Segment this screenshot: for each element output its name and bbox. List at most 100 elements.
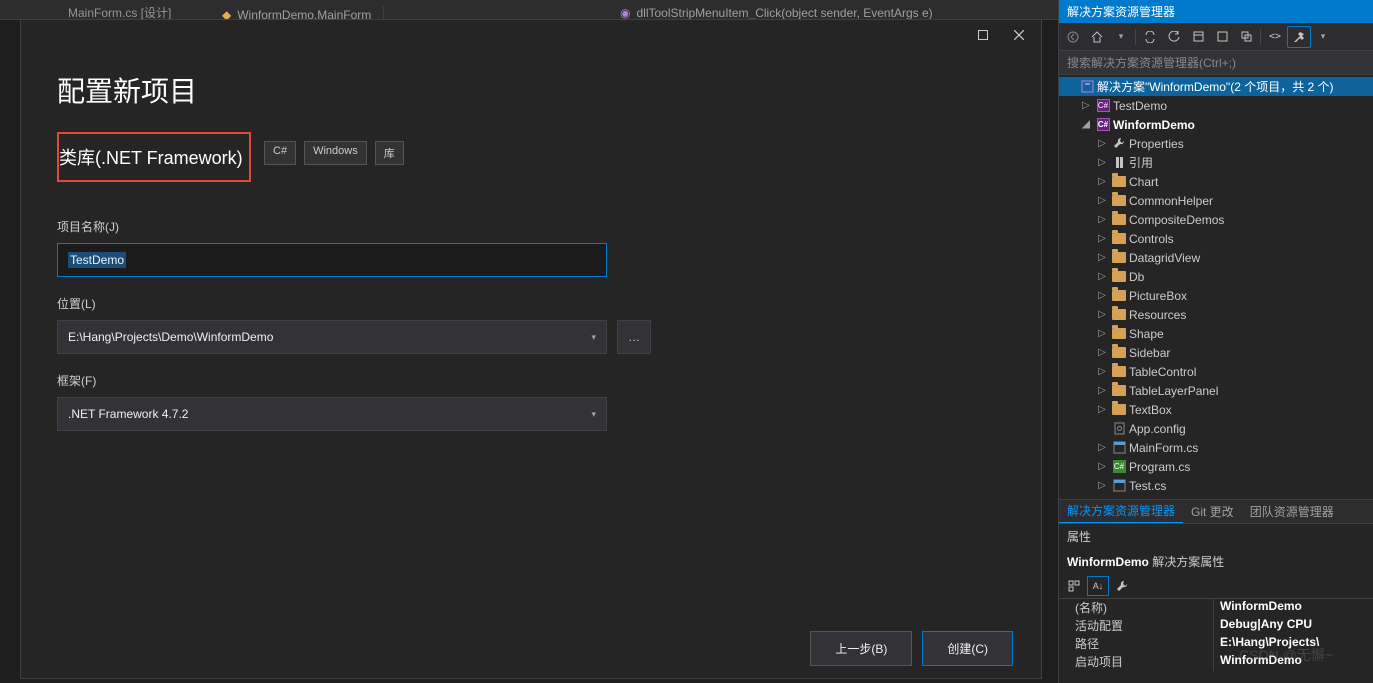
- back-button[interactable]: 上一步(B): [810, 631, 912, 666]
- prop-value: E:\Hang\Projects\: [1214, 635, 1373, 653]
- collapse-icon[interactable]: [1186, 26, 1210, 48]
- expand-arrow-icon[interactable]: ▷: [1095, 480, 1109, 491]
- tree-icon: [1111, 440, 1127, 456]
- expand-arrow-icon[interactable]: ▷: [1095, 442, 1109, 453]
- expand-arrow-icon[interactable]: ▷: [1095, 271, 1109, 282]
- tree-item[interactable]: App.config: [1059, 419, 1373, 438]
- framework-select[interactable]: .NET Framework 4.7.2 ▾: [57, 397, 607, 431]
- solution-tree[interactable]: 解决方案"WinformDemo"(2 个项目，共 2 个)▷C#TestDem…: [1059, 75, 1373, 499]
- maximize-button[interactable]: [965, 23, 1001, 47]
- expand-arrow-icon[interactable]: ▷: [1095, 233, 1109, 244]
- expand-arrow-icon[interactable]: ▷: [1095, 290, 1109, 301]
- properties-icon[interactable]: [1287, 26, 1311, 48]
- tree-item[interactable]: ▷Db: [1059, 267, 1373, 286]
- expand-arrow-icon[interactable]: ▷: [1095, 138, 1109, 149]
- panel-title: 解决方案资源管理器: [1059, 0, 1373, 23]
- method-icon: ◉: [620, 6, 630, 20]
- expand-arrow-icon[interactable]: ▷: [1095, 309, 1109, 320]
- tree-item[interactable]: ▷TableLayerPanel: [1059, 381, 1373, 400]
- tree-label: 引用: [1129, 154, 1153, 171]
- tree-icon: [1111, 174, 1127, 190]
- wrench-icon[interactable]: [1111, 576, 1133, 596]
- tree-item[interactable]: ▷PictureBox: [1059, 286, 1373, 305]
- tree-icon: [1111, 478, 1127, 494]
- tree-item[interactable]: ▷ Test.cs: [1059, 476, 1373, 495]
- tree-label: Controls: [1129, 232, 1174, 246]
- tree-item[interactable]: ▷Resources: [1059, 305, 1373, 324]
- template-name: 类库(.NET Framework): [59, 144, 243, 170]
- tree-icon: [1111, 345, 1127, 361]
- tree-item[interactable]: ▷Sidebar: [1059, 343, 1373, 362]
- tree-icon: [1111, 326, 1127, 342]
- tree-item[interactable]: ▷ 引用: [1059, 153, 1373, 172]
- expand-arrow-icon[interactable]: ◢: [1079, 119, 1093, 130]
- tree-item[interactable]: ▷C#TestDemo: [1059, 96, 1373, 115]
- tree-item[interactable]: ▷Chart: [1059, 172, 1373, 191]
- expand-arrow-icon[interactable]: ▷: [1079, 100, 1093, 111]
- sync-icon[interactable]: [1138, 26, 1162, 48]
- search-box[interactable]: 搜索解决方案资源管理器(Ctrl+;): [1059, 51, 1373, 75]
- show-all-icon[interactable]: [1210, 26, 1234, 48]
- property-row[interactable]: 活动配置Debug|Any CPU: [1059, 617, 1373, 635]
- framework-label: 框架(F): [57, 372, 1005, 389]
- tree-icon: [1111, 193, 1127, 209]
- tree-label: TableControl: [1129, 365, 1196, 379]
- tree-item[interactable]: ▷DatagridView: [1059, 248, 1373, 267]
- expand-arrow-icon[interactable]: ▷: [1095, 366, 1109, 377]
- prop-value: WinformDemo: [1214, 599, 1373, 617]
- alphabetical-icon[interactable]: A↓: [1087, 576, 1109, 596]
- project-name-input[interactable]: TestDemo: [57, 243, 607, 277]
- tree-label: CompositeDemos: [1129, 213, 1224, 227]
- categorized-icon[interactable]: [1063, 576, 1085, 596]
- expand-arrow-icon[interactable]: ▷: [1095, 385, 1109, 396]
- back-icon[interactable]: [1061, 26, 1085, 48]
- tree-item[interactable]: ▷CommonHelper: [1059, 191, 1373, 210]
- tree-icon: [1111, 288, 1127, 304]
- tree-item[interactable]: ▷MainForm.cs: [1059, 438, 1373, 457]
- tree-item[interactable]: ▷C#Program.cs: [1059, 457, 1373, 476]
- property-row[interactable]: (名称)WinformDemo: [1059, 599, 1373, 617]
- dropdown2-icon[interactable]: ▾: [1311, 26, 1335, 48]
- tree-item[interactable]: 解决方案"WinformDemo"(2 个项目，共 2 个): [1059, 77, 1373, 96]
- tree-item[interactable]: ▷TextBox: [1059, 400, 1373, 419]
- code-icon[interactable]: <>: [1263, 26, 1287, 48]
- prop-key: 路径: [1059, 635, 1214, 653]
- solution-explorer-toolbar: ▾ <> ▾: [1059, 23, 1373, 51]
- expand-arrow-icon[interactable]: ▷: [1095, 176, 1109, 187]
- close-button[interactable]: [1001, 23, 1037, 47]
- expand-arrow-icon[interactable]: ▷: [1095, 252, 1109, 263]
- tree-item[interactable]: ▷ CompositeDemos: [1059, 210, 1373, 229]
- property-row[interactable]: 启动项目WinformDemo: [1059, 653, 1373, 671]
- refresh-icon[interactable]: [1162, 26, 1186, 48]
- tab-solution-explorer[interactable]: 解决方案资源管理器: [1059, 499, 1183, 524]
- tag-csharp: C#: [264, 141, 296, 165]
- tree-item[interactable]: ▷ Controls: [1059, 229, 1373, 248]
- tree-item[interactable]: ▷Shape: [1059, 324, 1373, 343]
- copy-icon[interactable]: [1234, 26, 1258, 48]
- property-row[interactable]: 路径E:\Hang\Projects\: [1059, 635, 1373, 653]
- expand-arrow-icon[interactable]: ▷: [1095, 328, 1109, 339]
- expand-arrow-icon[interactable]: ▷: [1095, 404, 1109, 415]
- tree-icon: [1111, 402, 1127, 418]
- method-label: dllToolStripMenuItem_Click(object sender…: [636, 6, 932, 20]
- prop-key: 活动配置: [1059, 617, 1214, 635]
- location-select[interactable]: E:\Hang\Projects\Demo\WinformDemo ▾: [57, 320, 607, 354]
- create-button[interactable]: 创建(C): [922, 631, 1013, 666]
- tree-icon: C#: [1111, 459, 1127, 475]
- tab-team-explorer[interactable]: 团队资源管理器: [1242, 500, 1342, 523]
- expand-arrow-icon[interactable]: ▷: [1095, 347, 1109, 358]
- expand-arrow-icon[interactable]: ▷: [1095, 214, 1109, 225]
- expand-arrow-icon[interactable]: ▷: [1095, 461, 1109, 472]
- expand-arrow-icon[interactable]: ▷: [1095, 195, 1109, 206]
- tree-label: Test.cs: [1129, 479, 1166, 493]
- tree-item[interactable]: ▷Properties: [1059, 134, 1373, 153]
- home-icon[interactable]: [1085, 26, 1109, 48]
- member-dropdown-2[interactable]: ◉ dllToolStripMenuItem_Click(object send…: [620, 6, 933, 20]
- tree-icon: [1111, 155, 1127, 171]
- expand-arrow-icon[interactable]: ▷: [1095, 157, 1109, 168]
- browse-button[interactable]: …: [617, 320, 651, 354]
- dropdown-icon[interactable]: ▾: [1109, 26, 1133, 48]
- tree-item[interactable]: ▷ TableControl: [1059, 362, 1373, 381]
- tree-item[interactable]: ◢C#WinformDemo: [1059, 115, 1373, 134]
- tab-git-changes[interactable]: Git 更改: [1183, 500, 1242, 523]
